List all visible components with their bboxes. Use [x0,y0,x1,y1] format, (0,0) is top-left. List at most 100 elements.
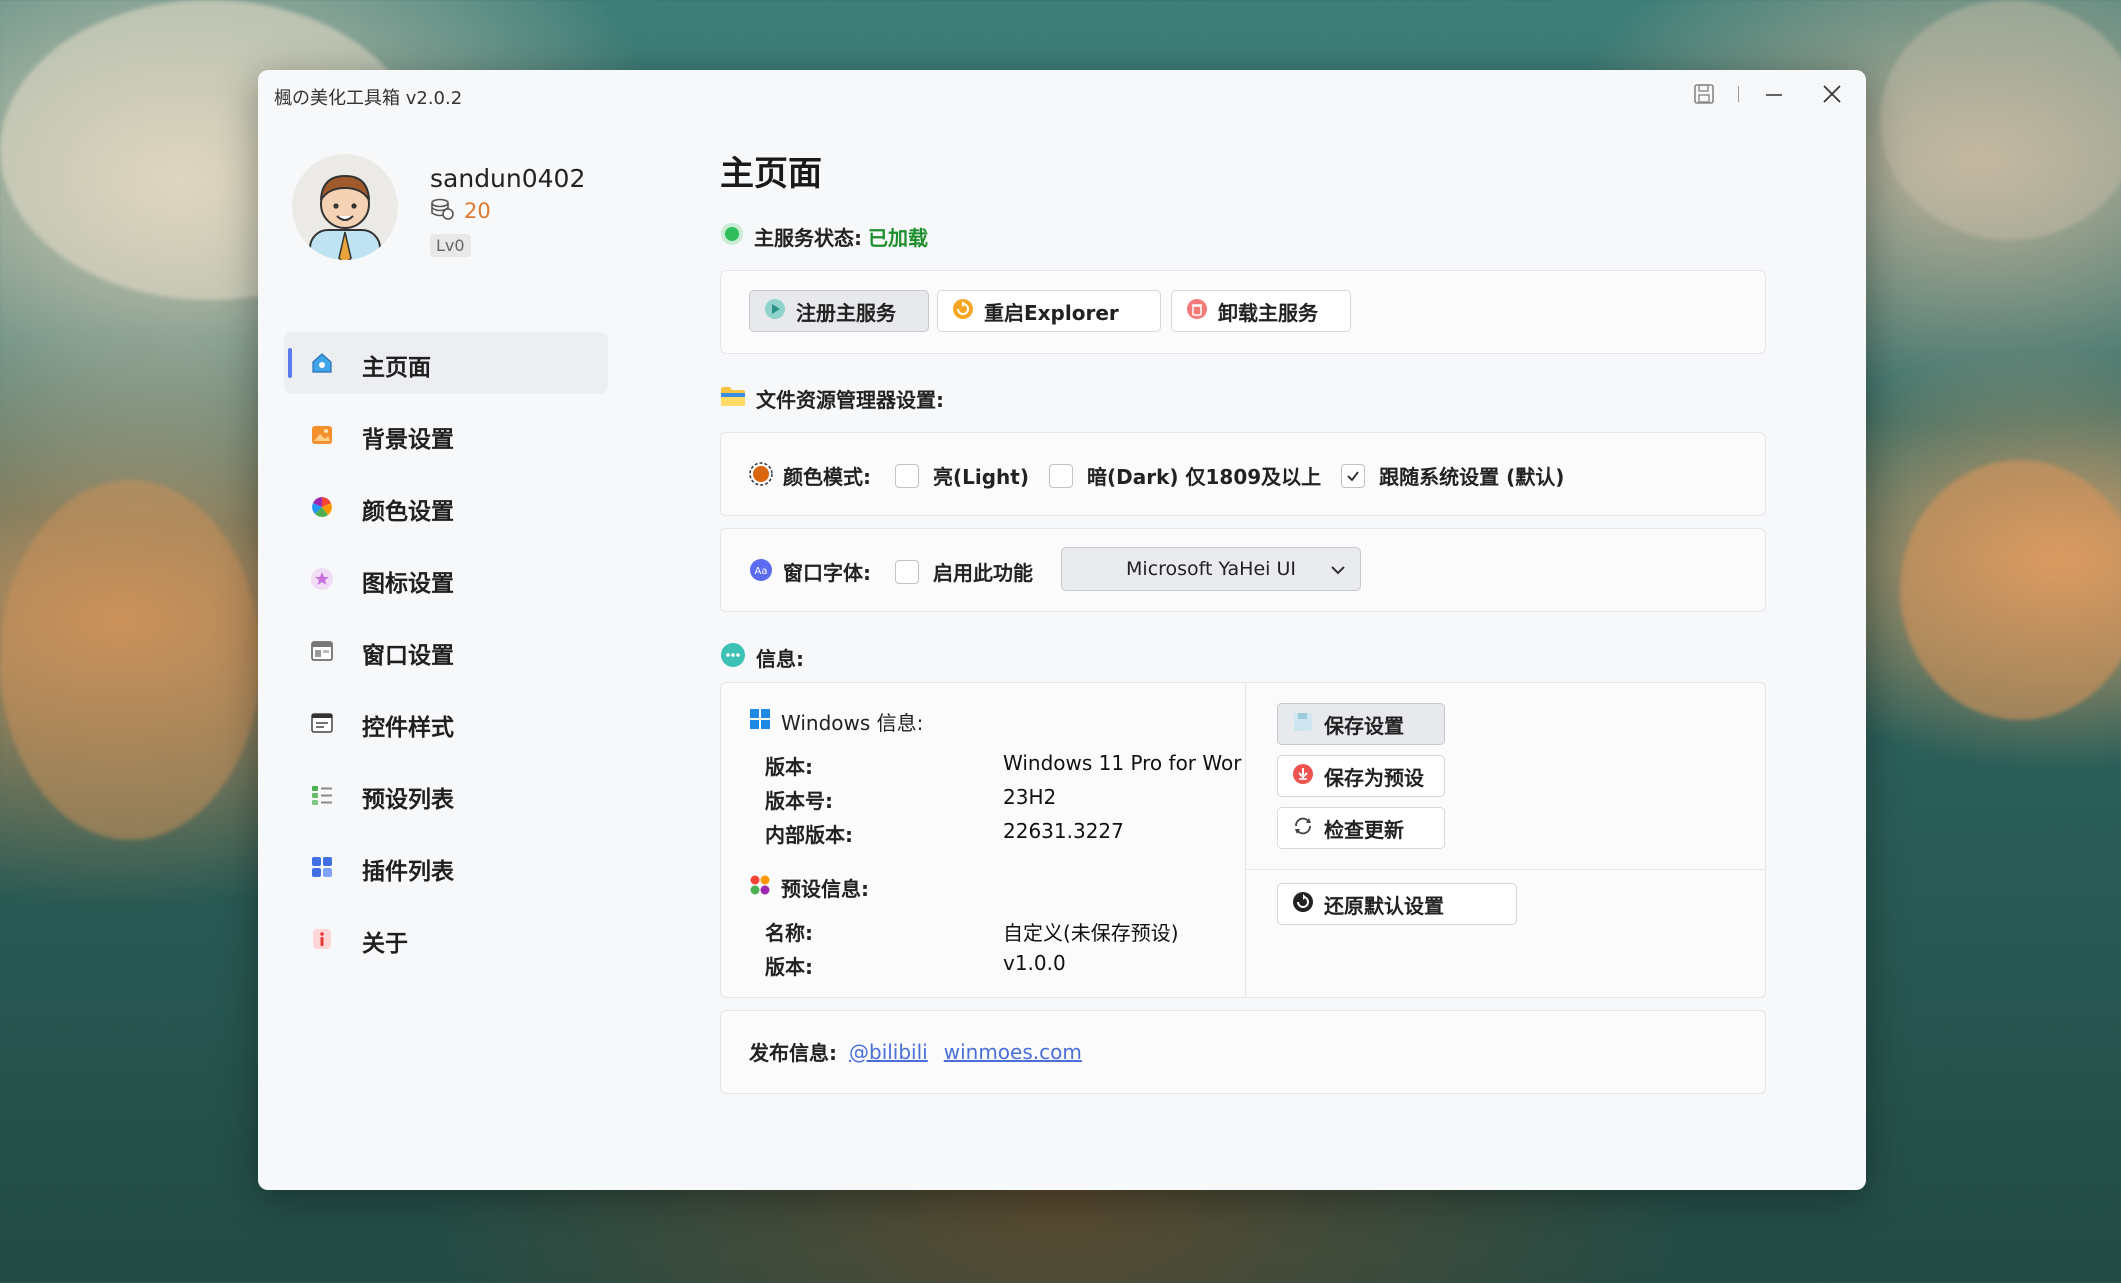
sidebar-item-background[interactable]: 背景设置 [284,404,608,466]
enable-font-label: 启用此功能 [933,561,1033,585]
check-update-button[interactable]: 检查更新 [1277,807,1445,849]
save-settings-button[interactable]: 保存设置 [1277,703,1445,745]
windows-version-value: Windows 11 Pro for Wor [1003,751,1242,775]
app-window: 楓の美化工具箱 v2.0.2 sandun0402 20 Lv0 主页面 背景设… [258,70,1866,1190]
color-mode-card: 颜色模式: 亮(Light) 暗(Dark) 仅1809及以上 跟随系统设置 (… [720,432,1766,516]
register-service-button[interactable]: 注册主服务 [749,290,929,332]
home-icon [310,351,334,375]
save-preset-label: 保存为预设 [1324,765,1424,790]
preset-version-value: v1.0.0 [1003,951,1066,975]
actions-divider [1245,869,1765,870]
preset-name-value: 自定义(未保存预设) [1003,921,1179,945]
controls-icon [310,711,334,735]
window-icon [310,639,334,663]
disk-icon [1292,711,1314,738]
sidebar-item-window[interactable]: 窗口设置 [284,620,608,682]
dark-mode-label: 暗(Dark) 仅1809及以上 [1087,465,1322,489]
uninstall-service-button[interactable]: 卸载主服务 [1171,290,1351,332]
sidebar-item-label: 插件列表 [362,859,454,885]
background-mountain [1900,460,2121,720]
dark-mode-checkbox[interactable] [1049,463,1073,488]
explorer-section-label: 文件资源管理器设置: [756,388,944,412]
restore-icon [1292,891,1314,918]
download-icon [1292,763,1314,790]
window-font-row: Aa 窗口字体: 启用此功能 [749,557,1033,586]
star-icon [310,567,334,591]
sidebar-item-label: 主页面 [362,355,431,381]
follow-system-label: 跟随系统设置 (默认) [1379,465,1565,489]
preset-info-label: 预设信息: [781,877,869,901]
palette-icon [749,461,773,490]
uninstall-service-label: 卸载主服务 [1218,300,1318,325]
sidebar-item-label: 背景设置 [362,427,454,453]
sidebar-item-controls[interactable]: 控件样式 [284,692,608,754]
coins-icon [430,198,454,224]
check-update-label: 检查更新 [1324,817,1404,842]
release-card: 发布信息: @bilibili winmoes.com [720,1010,1766,1094]
minimize-button[interactable] [1752,76,1796,112]
service-card: 注册主服务 重启Explorer 卸载主服务 [720,270,1766,354]
sidebar-item-color[interactable]: 颜色设置 [284,476,608,538]
service-status-label: 主服务状态: [754,226,862,250]
info-card: Windows 信息: 版本: Windows 11 Pro for Wor 版… [720,682,1766,998]
close-button[interactable] [1810,76,1854,112]
preset-info-title: 预设信息: [749,873,869,902]
windows-info-title: Windows 信息: [749,707,923,736]
bilibili-link[interactable]: @bilibili [849,1040,928,1064]
trash-icon [1186,298,1208,325]
windows-logo-icon [749,708,771,735]
window-font-label: 窗口字体: [783,561,871,585]
titlebar-divider [1738,86,1739,102]
status-dot-icon [720,222,744,251]
sidebar-item-about[interactable]: 关于 [284,908,608,970]
sidebar-item-label: 图标设置 [362,571,454,597]
windows-internal-label: 内部版本: [765,823,853,847]
level-badge: Lv0 [430,234,471,257]
window-font-card: Aa 窗口字体: 启用此功能 Microsoft YaHei UI [720,528,1766,612]
restart-explorer-label: 重启Explorer [984,300,1119,325]
windows-build-value: 23H2 [1003,785,1057,809]
service-status-value: 已加载 [868,226,928,250]
font-icon: Aa [749,558,773,586]
website-link[interactable]: winmoes.com [944,1040,1082,1064]
follow-system-checkbox[interactable] [1341,463,1366,488]
color-mode-row: 颜色模式: 亮(Light) 暗(Dark) 仅1809及以上 跟随系统设置 (… [749,461,1564,490]
color-mode-label: 颜色模式: [783,465,871,489]
sidebar-item-label: 颜色设置 [362,499,454,525]
save-preset-button[interactable]: 保存为预设 [1277,755,1445,797]
save-icon[interactable] [1682,76,1726,112]
restart-explorer-button[interactable]: 重启Explorer [937,290,1161,332]
restore-defaults-label: 还原默认设置 [1324,893,1444,918]
sidebar-nav: 主页面 背景设置 颜色设置 图标设置 窗口设置 控件样式 预设列表 插件列表 关… [284,332,608,980]
sidebar-item-label: 关于 [362,931,408,957]
preset-name-label: 名称: [765,921,813,945]
sidebar-item-label: 预设列表 [362,787,454,813]
sidebar-item-home[interactable]: 主页面 [284,332,608,394]
light-mode-checkbox[interactable] [895,463,919,488]
font-select-value: Microsoft YaHei UI [1126,558,1296,580]
plugins-icon [310,855,334,879]
sidebar-item-label: 窗口设置 [362,643,454,669]
sidebar-item-plugins[interactable]: 插件列表 [284,836,608,898]
sidebar-item-icons[interactable]: 图标设置 [284,548,608,610]
info-icon [310,927,334,951]
chevron-down-icon [1328,560,1348,585]
more-icon [720,642,746,673]
info-section-label: 信息: [756,647,804,671]
font-select[interactable]: Microsoft YaHei UI [1061,547,1361,591]
light-mode-label: 亮(Light) [933,465,1029,489]
save-settings-label: 保存设置 [1324,713,1404,738]
restore-defaults-button[interactable]: 还原默认设置 [1277,883,1517,925]
image-icon [310,423,334,447]
play-icon [764,298,786,325]
page-title: 主页面 [720,154,822,194]
sidebar-item-presets[interactable]: 预设列表 [284,764,608,826]
windows-internal-value: 22631.3227 [1003,819,1124,843]
release-label: 发布信息: [749,1041,837,1065]
avatar[interactable] [292,154,398,260]
explorer-section-title: 文件资源管理器设置: [720,384,944,413]
enable-font-checkbox[interactable] [895,559,919,584]
sidebar-item-label: 控件样式 [362,715,454,741]
title-bar[interactable]: 楓の美化工具箱 v2.0.2 [258,70,1866,118]
info-left-panel: Windows 信息: 版本: Windows 11 Pro for Wor 版… [721,683,1246,997]
